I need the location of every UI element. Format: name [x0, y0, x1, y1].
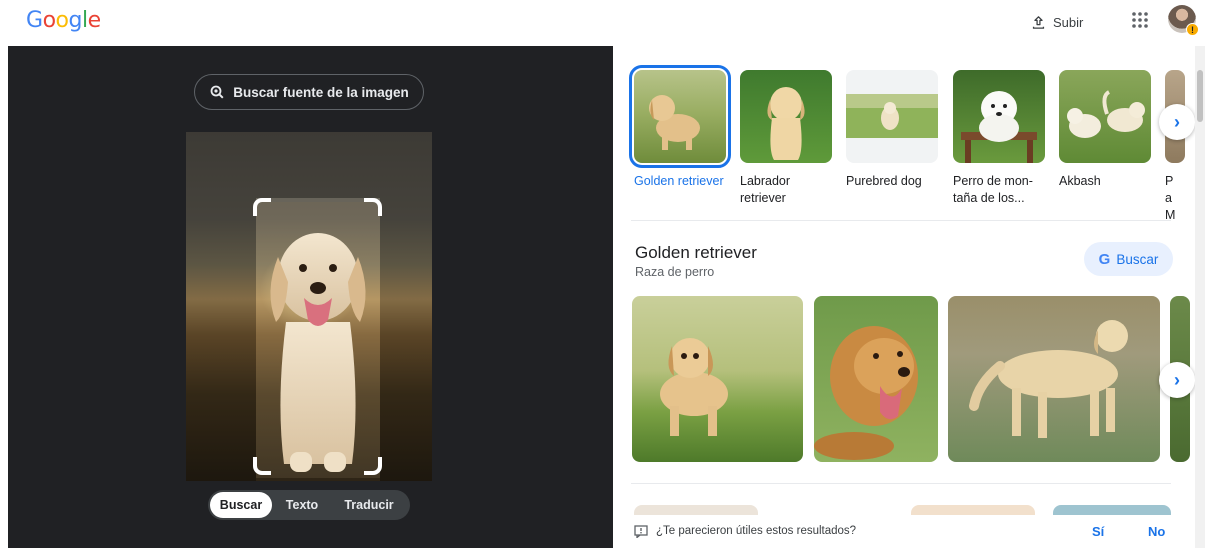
golden-lying-photo — [814, 326, 918, 460]
category-label: Golden retriever — [634, 174, 724, 188]
mode-switcher: Buscar Texto Traducir — [208, 490, 410, 520]
chevron-right-icon: › — [1174, 111, 1180, 132]
scrollbar-thumb[interactable] — [1197, 70, 1203, 122]
entity-subtitle: Raza de perro — [635, 265, 715, 279]
category-label: Purebred dog — [846, 174, 922, 188]
chevron-right-icon: › — [1174, 369, 1180, 390]
category-chip[interactable]: Perro de mon-taña de los... — [953, 70, 1047, 207]
puppy-image — [649, 95, 700, 150]
logo-letter: e — [87, 8, 102, 33]
dog-in-grass-image — [846, 94, 938, 138]
crop-corner-handle[interactable] — [253, 198, 271, 216]
logo-letter: g — [68, 8, 83, 33]
google-search-button[interactable]: G Buscar — [1084, 242, 1173, 276]
find-image-source-label: Buscar fuente de la imagen — [233, 84, 409, 100]
result-image[interactable] — [632, 296, 803, 462]
category-thumbnail — [629, 65, 731, 168]
dim-overlay — [186, 198, 256, 481]
next-categories-button[interactable]: › — [1159, 104, 1195, 140]
puppies-image — [1067, 90, 1145, 138]
mode-translate-tab[interactable]: Traducir — [332, 492, 406, 518]
dog-image — [256, 202, 380, 478]
category-chip[interactable]: Pa M — [1165, 70, 1185, 224]
scrollbar[interactable] — [1195, 46, 1205, 548]
results-panel: Golden retriever Labrador retriever Pure… — [613, 46, 1205, 548]
white-puppy-image — [961, 91, 1037, 163]
crop-corner-handle[interactable] — [364, 198, 382, 216]
crop-corner-handle[interactable] — [364, 457, 382, 475]
feedback-bar: ¿Te parecieron útiles estos resultados? … — [613, 515, 1205, 548]
category-chip[interactable]: Purebred dog — [846, 70, 940, 190]
category-label: Pa M — [1165, 174, 1176, 222]
dim-overlay — [186, 132, 432, 198]
category-chip[interactable]: Golden retriever — [629, 65, 731, 190]
logo-letter: G — [26, 8, 43, 33]
apps-grid-icon[interactable] — [1130, 10, 1150, 30]
logo-letter: o — [55, 8, 69, 33]
mode-search-tab[interactable]: Buscar — [210, 492, 272, 518]
upload-label: Subir — [1053, 14, 1084, 30]
google-g-icon: G — [1098, 250, 1111, 268]
result-image[interactable] — [948, 296, 1160, 462]
find-image-source-button[interactable]: Buscar fuente de la imagen — [194, 74, 424, 110]
upload-button[interactable]: Subir — [1030, 10, 1083, 34]
divider — [631, 483, 1171, 484]
result-image[interactable] — [814, 296, 938, 462]
account-avatar[interactable]: ! — [1168, 5, 1199, 36]
category-thumbnail — [740, 70, 832, 163]
warning-badge-icon: ! — [1186, 23, 1199, 36]
upload-icon — [1032, 15, 1045, 29]
feedback-yes-button[interactable]: Sí — [1092, 524, 1104, 539]
feedback-icon — [634, 525, 648, 538]
category-label: Akbash — [1059, 174, 1101, 188]
category-thumbnail — [953, 70, 1045, 163]
dim-overlay — [380, 198, 432, 481]
google-search-label: Buscar — [1116, 251, 1159, 267]
feedback-question: ¿Te parecieron útiles estos resultados? — [656, 525, 857, 537]
crop-corner-handle[interactable] — [253, 457, 271, 475]
top-bar: Google Subir ! — [0, 0, 1205, 46]
golden-standing-photo — [969, 320, 1128, 438]
mode-text-tab[interactable]: Texto — [272, 492, 332, 518]
lens-search-icon — [210, 85, 224, 99]
category-thumbnail — [846, 70, 938, 163]
next-images-button[interactable]: › — [1159, 362, 1195, 398]
puppy-photo — [660, 338, 728, 436]
category-thumbnail — [1059, 70, 1151, 163]
feedback-no-button[interactable]: No — [1148, 524, 1165, 539]
category-chip[interactable]: Labrador retriever — [740, 70, 834, 207]
entity-title: Golden retriever — [635, 243, 757, 262]
category-label: Perro de mon-taña de los... — [953, 174, 1033, 205]
puppy-image — [767, 87, 805, 160]
category-label: Labrador retriever — [740, 174, 791, 205]
query-image — [186, 132, 432, 481]
logo-letter: o — [42, 8, 56, 33]
google-logo[interactable]: Google — [26, 8, 101, 33]
image-panel: Buscar fuente de la imagen Buscar Texto … — [8, 46, 613, 548]
category-chip[interactable]: Akbash — [1059, 70, 1153, 190]
divider — [631, 220, 1171, 221]
